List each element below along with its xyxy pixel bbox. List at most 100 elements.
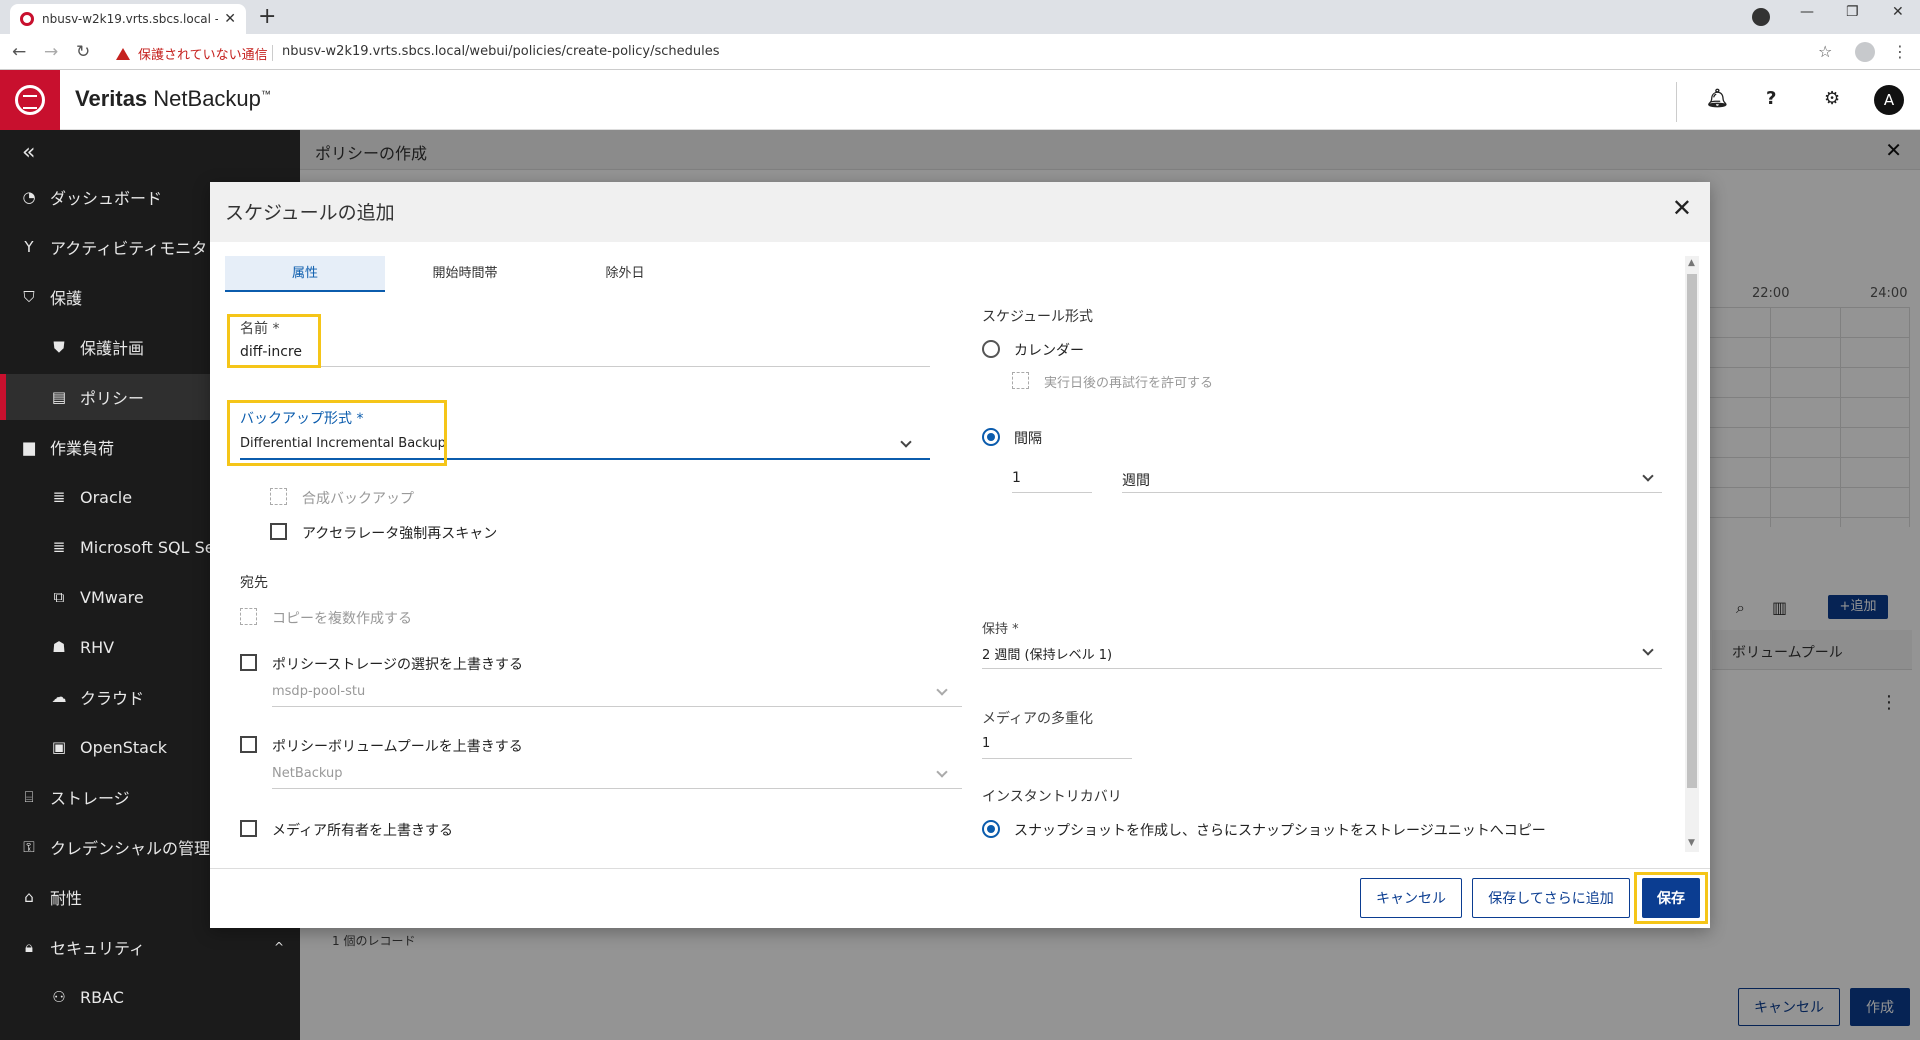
- scroll-up-icon[interactable]: ▲: [1688, 258, 1695, 268]
- interval-value-input[interactable]: 1: [1012, 470, 1021, 486]
- sidebar-item-label: Oracle: [80, 487, 133, 507]
- sidebar-item-label: ポリシー: [80, 389, 145, 408]
- storage-select[interactable]: msdp-pool-stu: [272, 684, 365, 699]
- chevron-down-icon[interactable]: [900, 436, 912, 448]
- help-icon[interactable]: ?: [1766, 88, 1776, 109]
- chevron-down-icon[interactable]: [936, 684, 948, 696]
- override-volume-pool-label: ポリシーボリュームプールを上書きする: [272, 739, 523, 755]
- tab-exclude-dates[interactable]: 除外日: [545, 256, 705, 292]
- browser-tab[interactable]: nbusv-w2k19.vrts.sbcs.local - Ne ✕: [10, 4, 246, 34]
- volume-pool-underline: [272, 788, 962, 789]
- address-bar: ← → ↻ 保護されていない通信 nbusv-w2k19.vrts.sbcs.l…: [0, 34, 1920, 70]
- reload-icon[interactable]: ↻: [76, 42, 90, 62]
- chevron-down-icon[interactable]: [936, 766, 948, 778]
- save-and-add-button[interactable]: 保存してさらに追加: [1472, 878, 1630, 918]
- scroll-thumb[interactable]: [1687, 274, 1697, 788]
- interval-unit-underline: [1122, 492, 1662, 493]
- dialog-close-icon[interactable]: ✕: [1672, 194, 1692, 222]
- chevron-up-icon: ^: [273, 940, 284, 954]
- destination-heading: 宛先: [240, 575, 268, 591]
- calendar-radio[interactable]: [982, 340, 1000, 358]
- sidebar-item-label: VMware: [80, 587, 144, 607]
- browser-tabstrip: nbusv-w2k19.vrts.sbcs.local - Ne ✕ + — ❐…: [0, 0, 1920, 34]
- sidebar-item-security[interactable]: 🔒︎ セキュリティ ^: [0, 924, 300, 970]
- forward-icon[interactable]: →: [44, 42, 58, 62]
- lock-icon: 🔒︎: [25, 938, 33, 956]
- netbackup-logo-icon: [15, 85, 45, 115]
- chevron-down-icon[interactable]: [1642, 644, 1654, 656]
- override-storage-label: ポリシーストレージの選択を上書きする: [272, 657, 524, 673]
- synthetic-backup-label: 合成バックアップ: [302, 491, 414, 507]
- synthetic-backup-checkbox[interactable]: [270, 488, 287, 505]
- interval-unit-select[interactable]: 週間: [1122, 470, 1150, 490]
- security-warning[interactable]: 保護されていない通信: [116, 44, 268, 63]
- sidebar-item-label: セキュリティ: [50, 939, 146, 958]
- volume-pool-select[interactable]: NetBackup: [272, 766, 342, 781]
- snapshot-copy-radio[interactable]: [982, 820, 1000, 838]
- tab-search-icon[interactable]: [1752, 8, 1770, 26]
- settings-gear-icon[interactable]: ⚙: [1824, 88, 1840, 109]
- bookmark-star-icon[interactable]: ☆: [1818, 42, 1832, 61]
- scroll-down-icon[interactable]: ▼: [1688, 838, 1695, 848]
- sidebar-item-label: 保護計画: [80, 339, 145, 358]
- allow-retry-checkbox[interactable]: [1012, 372, 1029, 389]
- restore-icon[interactable]: ❐: [1846, 4, 1859, 20]
- chevron-down-icon[interactable]: [1642, 470, 1654, 482]
- tab-attributes[interactable]: 属性: [225, 256, 385, 292]
- notifications-bell-icon[interactable]: 🔔︎: [1706, 88, 1729, 109]
- sidebar-item-label: ストレージ: [50, 789, 130, 808]
- security-warning-text: 保護されていない通信: [138, 48, 268, 63]
- interval-value-underline: [1012, 492, 1092, 493]
- override-volume-pool-checkbox[interactable]: [240, 736, 257, 753]
- retention-select[interactable]: 2 週間 (保持レベル 1): [982, 644, 1112, 663]
- netbackup-favicon-icon: [20, 12, 34, 26]
- multiplexing-input[interactable]: 1: [982, 736, 990, 751]
- brand-trademark: ™: [260, 89, 271, 101]
- storage-underline: [272, 706, 962, 707]
- database-icon: ≣: [52, 488, 66, 506]
- sidebar-item-rbac[interactable]: ⚇ RBAC: [0, 974, 300, 1020]
- shield-check-icon: ⛊: [53, 338, 65, 356]
- shield-icon: ⛉: [23, 288, 35, 306]
- header-separator: [1676, 82, 1677, 122]
- vm-icon: ⧉: [53, 588, 65, 606]
- multiple-copies-checkbox[interactable]: [240, 608, 257, 625]
- profile-icon[interactable]: [1855, 42, 1875, 62]
- multiple-copies-label: コピーを複数作成する: [272, 611, 412, 627]
- schedule-type-heading: スケジュール形式: [982, 309, 1094, 325]
- instant-recovery-heading: インスタントリカバリ: [982, 789, 1122, 805]
- new-tab-icon[interactable]: +: [258, 4, 276, 30]
- rhv-icon: ☗: [52, 638, 66, 656]
- interval-radio[interactable]: [982, 428, 1000, 446]
- user-avatar[interactable]: A: [1874, 85, 1904, 115]
- sidebar-item-label: OpenStack: [80, 737, 168, 757]
- dialog-scrollbar[interactable]: ▲ ▼: [1685, 256, 1699, 852]
- close-tab-icon[interactable]: ✕: [224, 11, 236, 27]
- sidebar-item-label: 耐性: [50, 889, 83, 908]
- url-input[interactable]: nbusv-w2k19.vrts.sbcs.local/webui/polici…: [282, 44, 720, 59]
- users-icon: ⚇: [52, 988, 66, 1006]
- override-storage-checkbox[interactable]: [240, 654, 257, 671]
- backup-type-highlight-box: [227, 400, 447, 466]
- dialog-title: スケジュールの追加: [225, 202, 395, 224]
- sidebar-item-label: アクティビティモニタ: [50, 239, 208, 258]
- dialog-footer-divider: [210, 868, 1710, 869]
- dialog-cancel-button[interactable]: キャンセル: [1360, 878, 1462, 918]
- window-close-icon[interactable]: ✕: [1892, 4, 1904, 20]
- multiplexing-label: メディアの多重化: [982, 711, 1094, 727]
- snapshot-copy-label: スナップショットを作成し、さらにスナップショットをストレージユニットへコピー: [1014, 823, 1546, 839]
- accelerator-rescan-label: アクセラレータ強制再スキャン: [302, 526, 498, 542]
- brand-name: Veritas NetBackup™: [75, 86, 271, 112]
- collapse-sidebar-icon[interactable]: «: [22, 140, 35, 165]
- browser-menu-icon[interactable]: ⋮: [1892, 42, 1908, 61]
- accelerator-rescan-checkbox[interactable]: [270, 523, 287, 540]
- credential-icon: ⚿: [23, 838, 35, 856]
- tab-start-window[interactable]: 開始時間帯: [385, 256, 545, 292]
- netbackup-logo[interactable]: [0, 70, 60, 130]
- back-icon[interactable]: ←: [12, 42, 26, 62]
- retention-underline: [982, 668, 1662, 669]
- override-media-owner-checkbox[interactable]: [240, 820, 257, 837]
- name-underline: [240, 366, 930, 367]
- sidebar-item-label: クラウド: [80, 689, 145, 708]
- minimize-icon[interactable]: —: [1800, 4, 1814, 20]
